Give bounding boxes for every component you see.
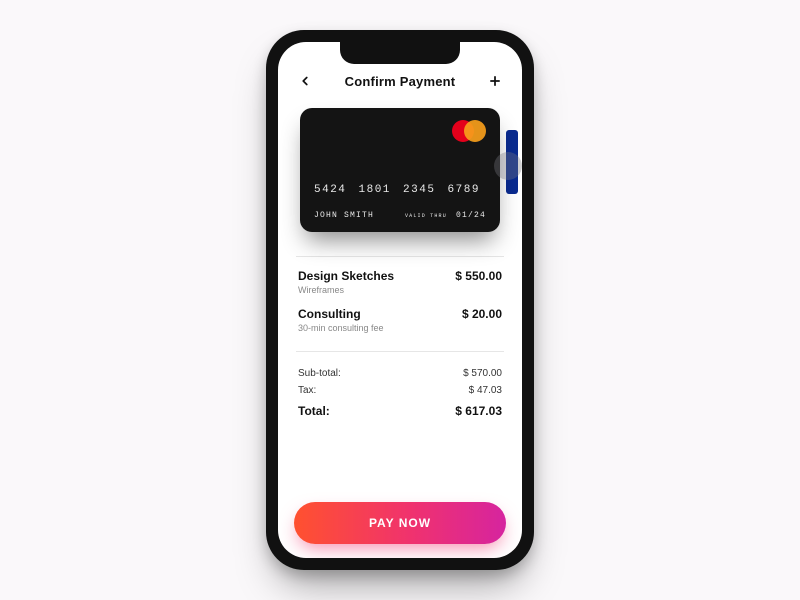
chevron-left-icon <box>298 74 312 88</box>
phone-screen: Confirm Payment 5424 1801 2345 6789 JOHN… <box>278 42 522 558</box>
card-expiry-block: VALID THRU 01/24 <box>405 211 486 220</box>
item-name: Consulting <box>298 307 384 321</box>
tax-value: $ 47.03 <box>469 385 502 396</box>
plus-icon <box>488 74 502 88</box>
item-price: $ 550.00 <box>455 269 502 283</box>
card-carousel: 5424 1801 2345 6789 JOHN SMITH VALID THR… <box>294 108 506 232</box>
card-valid-label: VALID THRU <box>405 214 447 219</box>
credit-card[interactable]: 5424 1801 2345 6789 JOHN SMITH VALID THR… <box>300 108 500 232</box>
line-items: Design Sketches Wireframes $ 550.00 Cons… <box>294 269 506 345</box>
subtotal-value: $ 570.00 <box>463 368 502 379</box>
card-number: 5424 1801 2345 6789 <box>314 184 480 196</box>
total-row: Total: $ 617.03 <box>298 404 502 418</box>
pay-now-label: PAY NOW <box>369 516 431 530</box>
pay-now-button[interactable]: PAY NOW <box>294 502 506 544</box>
card-expiry: 01/24 <box>456 211 486 220</box>
page-title: Confirm Payment <box>345 74 456 89</box>
phone-frame: Confirm Payment 5424 1801 2345 6789 JOHN… <box>266 30 534 570</box>
mastercard-icon <box>452 120 486 142</box>
line-item: Consulting 30-min consulting fee $ 20.00 <box>298 307 502 333</box>
subtotal-label: Sub-total: <box>298 368 341 379</box>
header: Confirm Payment <box>294 70 506 92</box>
item-sub: Wireframes <box>298 285 394 295</box>
line-item: Design Sketches Wireframes $ 550.00 <box>298 269 502 295</box>
item-name: Design Sketches <box>298 269 394 283</box>
back-button[interactable] <box>294 70 316 92</box>
tax-label: Tax: <box>298 385 316 396</box>
divider <box>296 351 504 352</box>
card-drag-handle[interactable] <box>494 152 522 180</box>
subtotal-row: Sub-total: $ 570.00 <box>298 368 502 379</box>
phone-notch <box>340 42 460 64</box>
totals: Sub-total: $ 570.00 Tax: $ 47.03 Total: … <box>294 368 506 424</box>
total-value: $ 617.03 <box>455 404 502 418</box>
item-sub: 30-min consulting fee <box>298 323 384 333</box>
card-holder-name: JOHN SMITH <box>314 211 374 220</box>
add-button[interactable] <box>484 70 506 92</box>
total-label: Total: <box>298 404 330 418</box>
tax-row: Tax: $ 47.03 <box>298 385 502 396</box>
divider <box>296 256 504 257</box>
item-price: $ 20.00 <box>462 307 502 321</box>
